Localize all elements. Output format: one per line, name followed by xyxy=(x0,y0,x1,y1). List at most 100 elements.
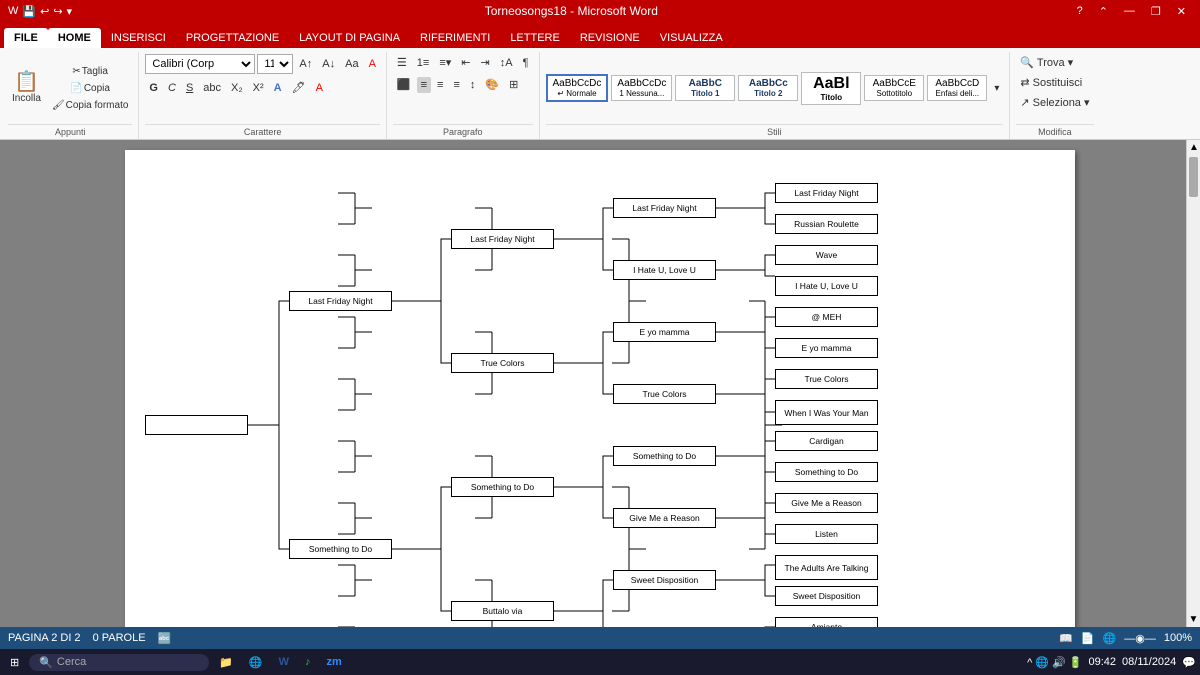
font-color-button[interactable]: A xyxy=(312,80,327,96)
taskbar-chrome[interactable]: 🌐 xyxy=(243,654,269,671)
show-formatting-button[interactable]: ¶ xyxy=(519,55,533,71)
cut-button[interactable]: ✂ Taglia xyxy=(48,64,133,79)
italic-button[interactable]: C xyxy=(164,80,180,96)
style-titolo1[interactable]: AaBbCTitolo 1 xyxy=(675,75,735,101)
format-painter-button[interactable]: 🖌 Copia formato xyxy=(48,98,133,113)
document-area: ▲ ▼ xyxy=(0,140,1200,627)
status-bar: PAGINA 2 DI 2 0 PAROLE 🔤 📖 📄 🌐 —◉— 100% xyxy=(0,627,1200,649)
tab-home[interactable]: HOME xyxy=(48,28,101,48)
web-layout-icon[interactable]: 🌐 xyxy=(1103,632,1117,645)
font-grow-button[interactable]: A↑ xyxy=(295,56,316,72)
help-button[interactable]: ? xyxy=(1071,5,1089,18)
find-button[interactable]: 🔍 Trova ▾ xyxy=(1016,54,1077,71)
taskbar-search[interactable]: 🔍 Cerca xyxy=(29,654,209,671)
r3-node-2: True Colors xyxy=(451,353,554,373)
tab-file[interactable]: FILE xyxy=(4,28,48,48)
taskbar-file-explorer[interactable]: 📁 xyxy=(213,654,239,671)
copy-label: Copia xyxy=(84,83,110,94)
subscript-button[interactable]: X₂ xyxy=(227,80,247,96)
align-right-button[interactable]: ≡ xyxy=(433,77,447,93)
r1-node-11: Give Me a Reason xyxy=(775,493,878,513)
paste-button[interactable]: 📋 Incolla xyxy=(8,70,45,106)
carattere-label: Carattere xyxy=(145,124,380,137)
strikethrough-button[interactable]: abc xyxy=(199,80,225,96)
align-center-button[interactable]: ≡ xyxy=(417,77,431,93)
font-shrink-button[interactable]: A↓ xyxy=(318,56,339,72)
styles-more-button[interactable]: ▾ xyxy=(990,81,1003,96)
font-size-select[interactable]: 11 xyxy=(257,54,293,74)
numbering-button[interactable]: 1≡ xyxy=(413,55,434,71)
justify-button[interactable]: ≡ xyxy=(449,77,463,93)
r1-node-9: Cardigan xyxy=(775,431,878,451)
taskbar-word[interactable]: W xyxy=(273,654,295,670)
taskbar-spotify[interactable]: ♪ xyxy=(299,654,317,670)
multilevel-list-button[interactable]: ≡▾ xyxy=(435,54,455,71)
tab-lettere[interactable]: LETTERE xyxy=(500,28,570,48)
decrease-indent-button[interactable]: ⇤ xyxy=(457,54,474,71)
tab-revisione[interactable]: REVISIONE xyxy=(570,28,650,48)
sort-button[interactable]: ↕A xyxy=(496,55,517,71)
r1-node-4: I Hate U, Love U xyxy=(775,276,878,296)
r2-node-4: True Colors xyxy=(613,384,716,404)
ribbon-collapse-button[interactable]: ⌃ xyxy=(1093,5,1114,18)
undo-icon[interactable]: ↩ xyxy=(40,5,49,18)
style-enfasi[interactable]: AaBbCcDEnfasi deli... xyxy=(927,75,987,101)
style-sottotitolo[interactable]: AaBbCcESottotitolo xyxy=(864,75,924,101)
r3-node-3: Something to Do xyxy=(451,477,554,497)
tab-progettazione[interactable]: PROGETTAZIONE xyxy=(176,28,289,48)
text-effect-button[interactable]: A xyxy=(270,80,286,96)
window-controls[interactable]: ? ⌃ — ❐ ✕ xyxy=(1071,5,1192,18)
close-button[interactable]: ✕ xyxy=(1171,5,1192,18)
replace-button[interactable]: ⇄ Sostituisci xyxy=(1016,74,1086,91)
r1-node-10: Something to Do xyxy=(775,462,878,482)
border-button[interactable]: ⊞ xyxy=(505,76,522,93)
style-nessuna[interactable]: AaBbCcDc1 Nessuna... xyxy=(611,75,672,101)
change-case-button[interactable]: Aa xyxy=(341,56,362,72)
underline-button[interactable]: S xyxy=(182,80,197,96)
save-icon[interactable]: 💾 xyxy=(22,5,36,18)
copy-button[interactable]: 📄 Copia xyxy=(48,81,133,96)
scrollbar-down-button[interactable]: ▼ xyxy=(1187,614,1200,625)
shading-button[interactable]: 🎨 xyxy=(481,76,503,93)
taskbar-zoom[interactable]: zm xyxy=(321,654,348,670)
restore-button[interactable]: ❐ xyxy=(1145,5,1167,18)
minimize-button[interactable]: — xyxy=(1118,5,1141,18)
tab-layout[interactable]: LAYOUT DI PAGINA xyxy=(289,28,410,48)
tab-inserisci[interactable]: INSERISCI xyxy=(101,28,176,48)
zoom-slider[interactable]: —◉— xyxy=(1124,632,1156,645)
title-bar: W 💾 ↩ ↪ ▾ Torneosongs18 - Microsoft Word… xyxy=(0,0,1200,22)
superscript-button[interactable]: X² xyxy=(249,80,268,96)
style-titolo[interactable]: AaBlTitolo xyxy=(801,72,861,105)
file-explorer-icon: 📁 xyxy=(219,656,233,669)
style-normale[interactable]: AaBbCcDc↵ Normale xyxy=(546,74,609,102)
bold-button[interactable]: G xyxy=(145,80,162,96)
appunti-label: Appunti xyxy=(8,124,132,137)
copy-icon: 📄 xyxy=(70,83,82,94)
font-family-select[interactable]: Calibri (Corp xyxy=(145,54,255,74)
select-button[interactable]: ↗ Seleziona ▾ xyxy=(1016,94,1093,111)
print-layout-icon[interactable]: 📄 xyxy=(1081,632,1095,645)
scrollbar-up-button[interactable]: ▲ xyxy=(1187,140,1200,155)
read-mode-icon[interactable]: 📖 xyxy=(1059,632,1073,645)
highlight-color-button[interactable]: 🖊 xyxy=(288,79,310,96)
notification-icon[interactable]: 💬 xyxy=(1182,656,1196,669)
start-button[interactable]: ⊞ xyxy=(4,654,25,671)
spotify-icon: ♪ xyxy=(305,656,311,668)
align-left-button[interactable]: ⬛ xyxy=(393,76,415,93)
statusbar-right: 📖 📄 🌐 —◉— 100% xyxy=(1059,632,1192,645)
r1-node-5: @ MEH xyxy=(775,307,878,327)
style-titolo2[interactable]: AaBbCcTitolo 2 xyxy=(738,75,798,101)
document-page: Last Friday Night Russian Roulette Wave … xyxy=(125,150,1075,627)
tab-riferimenti[interactable]: RIFERIMENTI xyxy=(410,28,500,48)
r1-node-7: True Colors xyxy=(775,369,878,389)
format-painter-label: Copia formato xyxy=(66,100,129,111)
tab-visualizza[interactable]: VISUALIZZA xyxy=(650,28,733,48)
bullets-button[interactable]: ☰ xyxy=(393,54,411,71)
redo-icon[interactable]: ↪ xyxy=(53,5,62,18)
increase-indent-button[interactable]: ⇥ xyxy=(477,54,494,71)
quick-access-toolbar[interactable]: W 💾 ↩ ↪ ▾ xyxy=(8,5,72,18)
scrollbar-thumb[interactable] xyxy=(1189,157,1198,197)
ribbon-group-appunti: 📋 Incolla ✂ Taglia 📄 Copia 🖌 Copia forma… xyxy=(4,52,139,139)
clear-format-button[interactable]: A xyxy=(365,56,380,72)
line-spacing-button[interactable]: ↕ xyxy=(466,77,480,93)
